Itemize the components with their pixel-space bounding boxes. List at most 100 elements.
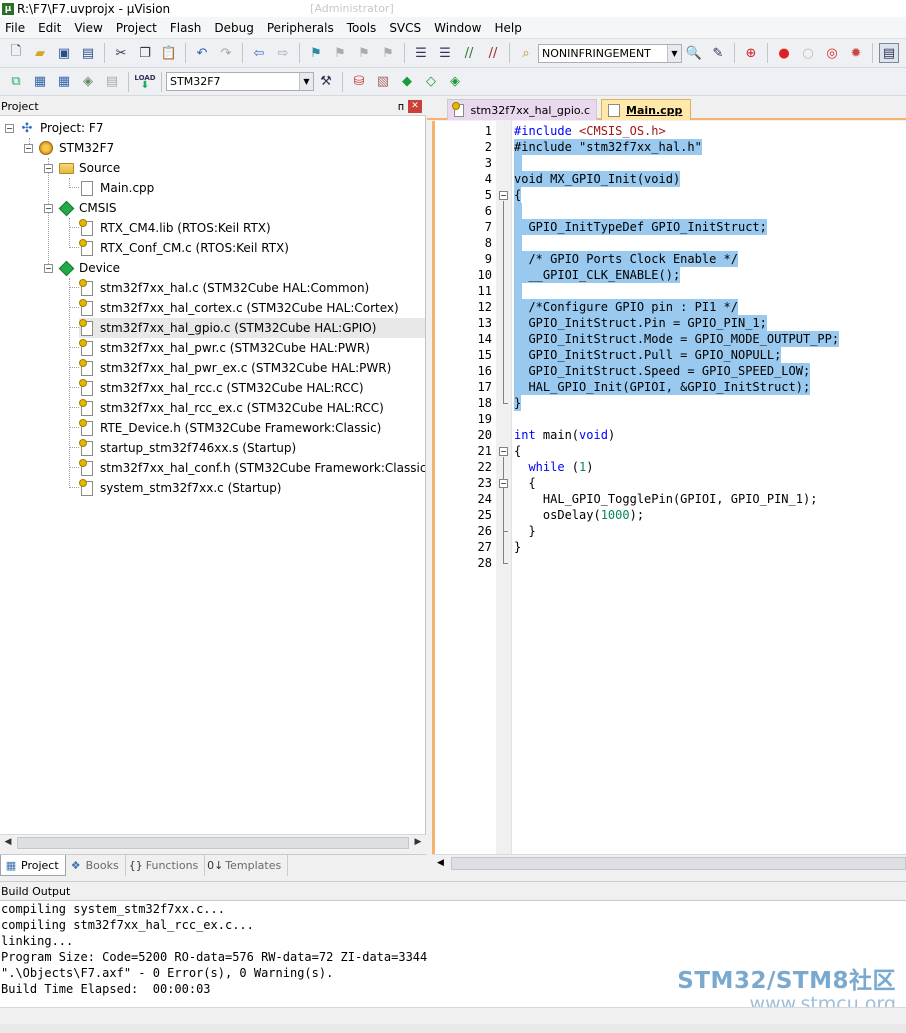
tree-item-file-selected[interactable]: stm32f7xx_hal_gpio.c (STM32Cube HAL:GPIO… <box>79 318 425 338</box>
fold-toggle-icon[interactable]: − <box>499 191 508 200</box>
tree-item-file[interactable]: startup_stm32f746xx.s (Startup) <box>79 438 296 458</box>
bookmark-next-icon[interactable]: ⚑ <box>354 43 374 63</box>
scroll-left-icon[interactable]: ◀ <box>432 855 449 872</box>
save-all-icon[interactable]: ▤ <box>78 43 98 63</box>
build-icon[interactable]: ▦ <box>30 72 50 92</box>
copy-icon[interactable]: ❐ <box>135 43 155 63</box>
tree-item-file[interactable]: stm32f7xx_hal_pwr.c (STM32Cube HAL:PWR) <box>79 338 370 358</box>
breakpoint-disable-icon[interactable]: ○ <box>798 43 818 63</box>
scroll-right-icon[interactable]: ▶ <box>410 835 426 851</box>
breakpoint-kill-all-icon[interactable]: ✹ <box>846 43 866 63</box>
collapse-icon[interactable]: − <box>5 123 14 133</box>
find-icon[interactable]: 🔍 <box>684 43 704 63</box>
find-in-files-icon[interactable]: ⌕ <box>516 43 536 63</box>
tree-item-group-source[interactable]: − Source <box>44 158 120 178</box>
rebuild-icon[interactable]: ▦ <box>54 72 74 92</box>
file-extensions-icon[interactable]: ⛁ <box>349 72 369 92</box>
tree-item-file[interactable]: RTE_Device.h (STM32Cube Framework:Classi… <box>79 418 381 438</box>
collapse-icon[interactable]: − <box>44 203 53 213</box>
incremental-find-icon[interactable]: ✎ <box>708 43 728 63</box>
scroll-track[interactable] <box>449 855 906 872</box>
undo-icon[interactable]: ↶ <box>192 43 212 63</box>
menu-debug[interactable]: Debug <box>209 17 261 39</box>
pack-installer-icon[interactable]: ◇ <box>421 72 441 92</box>
menu-file[interactable]: File <box>0 17 33 39</box>
tree-item-project[interactable]: − ✣ Project: F7 <box>5 118 103 138</box>
cut-icon[interactable]: ✂ <box>111 43 131 63</box>
bookmark-clear-icon[interactable]: ⚑ <box>378 43 398 63</box>
new-file-icon[interactable]: 🗋 <box>6 43 26 63</box>
menu-svcs[interactable]: SVCS <box>384 17 429 39</box>
output-hscrollbar[interactable] <box>0 1007 906 1024</box>
pin-icon[interactable]: ᴨ <box>394 100 408 113</box>
debug-start-icon[interactable]: ⊕ <box>741 43 761 63</box>
indent-icon[interactable]: ☰ <box>411 43 431 63</box>
code-editor[interactable]: 1 2 3 4 5 6 7 8 9 10 11 12 13 14 15 16 1… <box>432 121 906 854</box>
tree-item-file[interactable]: system_stm32f7xx.c (Startup) <box>79 478 282 498</box>
find-combo[interactable]: NONINFRINGEMENT ▼ <box>538 43 682 63</box>
paste-icon[interactable]: 📋 <box>159 43 179 63</box>
close-icon[interactable]: ✕ <box>408 99 422 113</box>
nav-forward-icon[interactable]: ⇨ <box>273 43 293 63</box>
rte-icon[interactable]: ◆ <box>397 72 417 92</box>
save-icon[interactable]: ▣ <box>54 43 74 63</box>
select-packs-icon[interactable]: ◈ <box>445 72 465 92</box>
load-icon[interactable]: LOAD ⬇ <box>134 72 155 92</box>
tree-item-file[interactable]: Main.cpp <box>79 178 154 198</box>
menu-flash[interactable]: Flash <box>165 17 209 39</box>
tree-item-file[interactable]: stm32f7xx_hal_pwr_ex.c (STM32Cube HAL:PW… <box>79 358 391 378</box>
manage-components-icon[interactable]: ▧ <box>373 72 393 92</box>
tab-project[interactable]: ▦ Project <box>0 855 66 876</box>
tree-item-file[interactable]: stm32f7xx_hal.c (STM32Cube HAL:Common) <box>79 278 369 298</box>
batch-build-icon[interactable]: ◈ <box>78 72 98 92</box>
tab-books[interactable]: ❖ Books <box>66 855 126 876</box>
menu-help[interactable]: Help <box>489 17 529 39</box>
scroll-thumb[interactable] <box>451 857 906 870</box>
breakpoint-icon[interactable]: ● <box>774 43 794 63</box>
breakpoint-disable-all-icon[interactable]: ◎ <box>822 43 842 63</box>
collapse-icon[interactable]: − <box>24 143 33 153</box>
editor-tab-gpio[interactable]: stm32f7xx_hal_gpio.c <box>447 99 597 120</box>
tab-templates[interactable]: 0↓ Templates <box>205 855 289 876</box>
menu-peripherals[interactable]: Peripherals <box>262 17 342 39</box>
target-combo[interactable]: STM32F7 ▼ <box>166 72 314 91</box>
menu-edit[interactable]: Edit <box>33 17 69 39</box>
target-options-icon[interactable]: ⚒ <box>316 72 336 92</box>
tab-functions[interactable]: {} Functions <box>126 855 206 876</box>
tree-item-group-device[interactable]: − Device <box>44 258 120 278</box>
fold-toggle-icon[interactable]: − <box>499 447 508 456</box>
chevron-down-icon[interactable]: ▼ <box>299 73 313 90</box>
unindent-icon[interactable]: ☰ <box>435 43 455 63</box>
chevron-down-icon[interactable]: ▼ <box>667 44 681 62</box>
tree-item-group-cmsis[interactable]: − CMSIS <box>44 198 117 218</box>
collapse-icon[interactable]: − <box>44 163 53 173</box>
tree-item-file[interactable]: RTX_Conf_CM.c (RTOS:Keil RTX) <box>79 238 289 258</box>
menu-project[interactable]: Project <box>111 17 165 39</box>
fold-toggle-icon[interactable]: − <box>499 479 508 488</box>
uncomment-icon[interactable]: // <box>483 43 503 63</box>
open-folder-icon[interactable]: ▰ <box>30 43 50 63</box>
tree-item-file[interactable]: stm32f7xx_hal_rcc_ex.c (STM32Cube HAL:RC… <box>79 398 384 418</box>
bookmark-icon[interactable]: ⚑ <box>306 43 326 63</box>
redo-icon[interactable]: ↷ <box>216 43 236 63</box>
stop-build-icon[interactable]: ▤ <box>102 72 122 92</box>
comment-icon[interactable]: // <box>459 43 479 63</box>
collapse-icon[interactable]: − <box>44 263 53 273</box>
project-hscrollbar[interactable]: ◀ ▶ <box>0 834 426 851</box>
menu-tools[interactable]: Tools <box>342 17 385 39</box>
tree-item-file[interactable]: stm32f7xx_hal_conf.h (STM32Cube Framewor… <box>79 458 425 478</box>
tree-item-file[interactable]: stm32f7xx_hal_cortex.c (STM32Cube HAL:Co… <box>79 298 399 318</box>
tree-item-file[interactable]: stm32f7xx_hal_rcc.c (STM32Cube HAL:RCC) <box>79 378 364 398</box>
menu-view[interactable]: View <box>69 17 110 39</box>
scroll-thumb[interactable] <box>17 837 409 849</box>
scroll-left-icon[interactable]: ◀ <box>0 835 16 851</box>
tree-item-target[interactable]: − STM32F7 <box>24 138 114 158</box>
bookmark-prev-icon[interactable]: ⚑ <box>330 43 350 63</box>
editor-tab-main[interactable]: Main.cpp <box>601 99 691 120</box>
editor-hscrollbar[interactable]: ◀ <box>432 854 906 872</box>
tree-item-file[interactable]: RTX_CM4.lib (RTOS:Keil RTX) <box>79 218 271 238</box>
code-area[interactable]: #include <CMSIS_OS.h> #include "stm32f7x… <box>512 121 906 854</box>
scroll-track[interactable] <box>16 835 410 851</box>
menu-window[interactable]: Window <box>429 17 489 39</box>
window-layout-icon[interactable]: ▤ <box>879 43 899 63</box>
